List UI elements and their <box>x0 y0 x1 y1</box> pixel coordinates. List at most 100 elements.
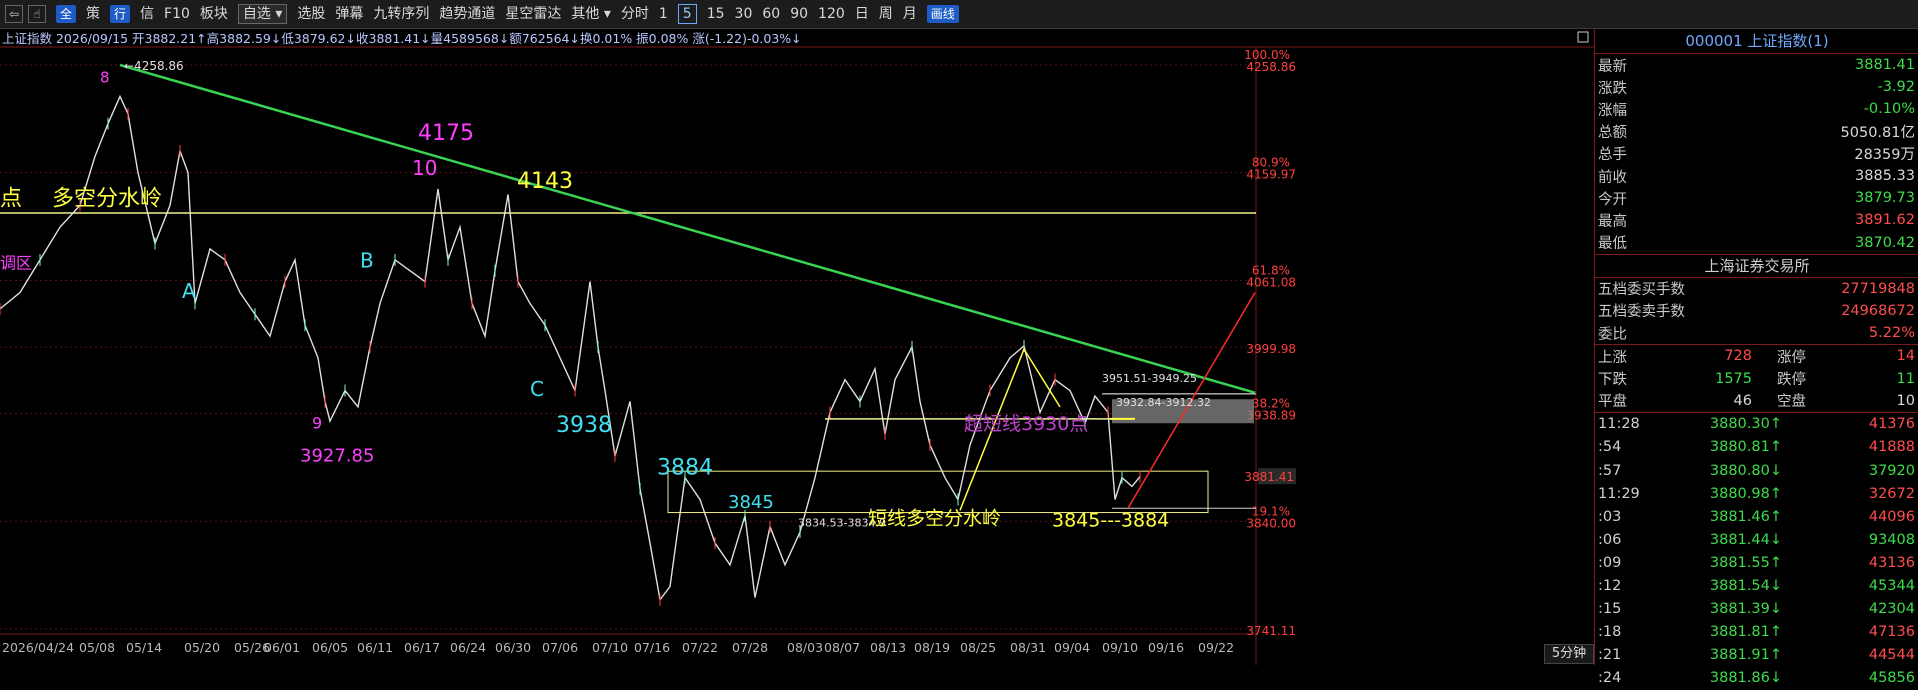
kline-chart[interactable]: 上证指数 2026/09/15 开3882.21↑高3882.59↓低3879.… <box>0 29 1594 665</box>
toolbar-item-18[interactable]: 60 <box>762 5 780 23</box>
toolbar-item-9[interactable]: 九转序列 <box>373 5 429 23</box>
annotation-3: 4143 <box>517 169 573 194</box>
quote-row-5: 前收 3885.33 <box>1595 165 1918 187</box>
toolbar-item-4[interactable]: F10 <box>164 5 190 23</box>
tick-v: 37920 <box>1868 462 1915 479</box>
tick-t: :18 <box>1598 624 1622 641</box>
tick-t: :15 <box>1598 601 1622 618</box>
annotation-13: 3845 <box>728 492 774 513</box>
tick-v: 32672 <box>1868 485 1915 502</box>
annotation-17: 超短线3930点 <box>964 413 1088 435</box>
tick-v: 42304 <box>1868 601 1915 618</box>
x-tick-label: 09/16 <box>1148 640 1184 655</box>
breadth-cell-b: 46 <box>1733 392 1752 409</box>
tick-t: :54 <box>1598 439 1622 456</box>
quote-row-3-value: 5050.81亿 <box>1840 125 1915 142</box>
header-line: 上证指数 2026/09/15 开3882.21↑高3882.59↓低3879.… <box>2 31 802 46</box>
trendline-start-label: ←4258.86 <box>124 59 184 73</box>
tick-v: 43136 <box>1868 554 1915 571</box>
annotation-19: 3932.84-3912.32 <box>1116 396 1211 409</box>
quote-row-4-value: 28359万 <box>1854 147 1915 164</box>
tick-row: :24 3881.86↓ 45856 <box>1595 667 1918 690</box>
toolbar-item-16[interactable]: 15 <box>707 5 725 23</box>
tick-v: 44544 <box>1868 647 1915 664</box>
annotation-2: 10 <box>412 156 437 180</box>
quote-row-1-value: -3.92 <box>1877 79 1915 96</box>
tick-p: 3881.46↑ <box>1709 508 1782 525</box>
toolbar-item-12[interactable]: 其他 ▾ <box>571 5 610 23</box>
annotation-6: A <box>182 279 196 303</box>
toolbar-item-11[interactable]: 星空雷达 <box>505 5 561 23</box>
toolbar-item-2[interactable]: 行 <box>110 5 131 23</box>
breadth-cell-c: 空盘 <box>1777 394 1806 411</box>
x-tick-label: 08/31 <box>1010 640 1046 655</box>
breadth-cell-c: 跌停 <box>1777 372 1806 389</box>
x-tick-label: 05/20 <box>184 640 220 655</box>
toolbar-item-22[interactable]: 周 <box>879 5 893 23</box>
order-row-1-value: 24968672 <box>1841 302 1915 319</box>
quote-row-1-label: 涨跌 <box>1598 80 1627 97</box>
annotation-20: 调区 <box>0 254 32 273</box>
breadth-row-1: 下跌 1575 跌停 11 <box>1595 367 1918 389</box>
x-tick-label: 07/10 <box>592 640 628 655</box>
toolbar-item-8[interactable]: 弹幕 <box>335 5 363 23</box>
tick-v: 93408 <box>1868 531 1915 548</box>
toolbar-item-17[interactable]: 30 <box>735 5 753 23</box>
annotation-16: 3845---3884 <box>1052 510 1169 532</box>
tick-p: 3880.30↑ <box>1709 416 1782 433</box>
tick-t: :12 <box>1598 578 1622 595</box>
x-tick-label: 2026/04/24 <box>2 640 74 655</box>
x-tick-label: 07/06 <box>542 640 578 655</box>
toolbar-item-19[interactable]: 90 <box>790 5 808 23</box>
toolbar-item-14[interactable]: 1 <box>659 5 668 23</box>
tick-row: :15 3881.39↓ 42304 <box>1595 598 1918 621</box>
toolbar-item-7[interactable]: 选股 <box>297 5 325 23</box>
quote-panel: 000001 上证指数(1) 最新 3881.41 涨跌 -3.92 涨幅 -0.10% 总… <box>1594 29 1918 686</box>
toolbar-item-23[interactable]: 月 <box>903 5 917 23</box>
toolbar-item-10[interactable]: 趋势通道 <box>439 5 495 23</box>
tick-row: :18 3881.81↑ 47136 <box>1595 621 1918 644</box>
x-tick-label: 09/04 <box>1054 640 1090 655</box>
toolbar-item-6[interactable]: 自选 ▾ <box>237 4 288 24</box>
quote-row-8-value: 3870.42 <box>1855 234 1915 251</box>
toolbar-item-15[interactable]: 5 <box>677 4 697 24</box>
tick-row: 11:28 3880.30↑ 41376 <box>1595 413 1918 436</box>
toolbar-item-5[interactable]: 板块 <box>200 5 228 23</box>
cursor-icon[interactable]: ☝ <box>28 5 46 23</box>
annotation-0: 8 <box>100 68 110 86</box>
toolbar-item-21[interactable]: 日 <box>855 5 869 23</box>
quote-row-1: 涨跌 -3.92 <box>1595 76 1918 98</box>
toolbar-item-0[interactable]: 全 <box>56 5 77 23</box>
toolbar-item-3[interactable]: 信 <box>140 5 154 23</box>
tick-row: :57 3880.80↓ 37920 <box>1595 459 1918 482</box>
back-icon[interactable]: ⇦ <box>5 5 23 23</box>
price-tick-label: 4061.08 <box>1246 275 1296 289</box>
x-tick-label: 08/03 <box>787 640 823 655</box>
price-tick-label: 3840.00 <box>1246 516 1296 530</box>
breadth-cell-d: 14 <box>1896 348 1915 365</box>
quote-row-3-label: 总额 <box>1598 125 1627 142</box>
toolbar-item-1[interactable]: 策 <box>86 5 100 23</box>
tick-t: :24 <box>1598 670 1622 687</box>
annotation-9: 9 <box>312 414 322 433</box>
order-row-2-label: 委比 <box>1598 326 1627 343</box>
x-tick-label: 09/22 <box>1198 640 1234 655</box>
x-tick-label: 08/25 <box>960 640 996 655</box>
quote-row-8: 最低 3870.42 <box>1595 232 1918 254</box>
annotation-8: C <box>530 377 544 401</box>
toolbar-item-20[interactable]: 120 <box>818 5 845 23</box>
tick-row: :21 3881.91↑ 44544 <box>1595 644 1918 667</box>
tick-p: 3881.44↓ <box>1709 531 1782 548</box>
x-tick-label: 09/10 <box>1102 640 1138 655</box>
quote-row-2: 涨幅 -0.10% <box>1595 98 1918 120</box>
quote-row-2-value: -0.10% <box>1863 101 1915 118</box>
x-tick-label: 08/19 <box>914 640 950 655</box>
price-tick-label: 3741.11 <box>1246 624 1296 638</box>
quote-row-7-label: 最高 <box>1598 213 1627 230</box>
order-row-0-value: 27719848 <box>1841 280 1915 297</box>
toolbar-item-24[interactable]: 画线 <box>926 5 959 23</box>
toolbar-item-13[interactable]: 分时 <box>621 5 649 23</box>
tick-v: 45856 <box>1868 670 1915 687</box>
tick-p: 3880.98↑ <box>1709 485 1782 502</box>
tick-row: 11:29 3880.98↑ 32672 <box>1595 482 1918 505</box>
